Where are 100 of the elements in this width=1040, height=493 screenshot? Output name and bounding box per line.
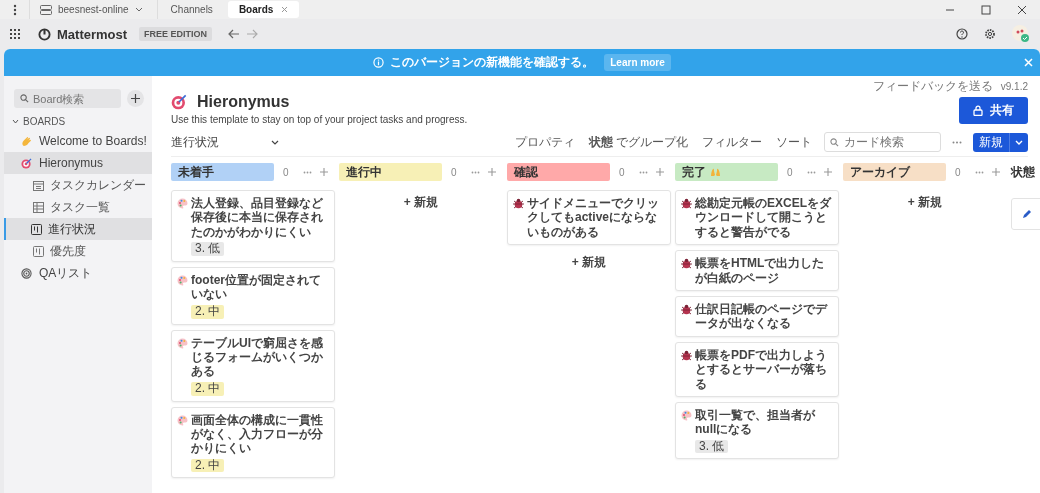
- palette-icon: [177, 337, 188, 349]
- card-title: 画面全体の構成に一貫性がなく、入力フローが分かりにくい: [191, 412, 324, 456]
- column-label[interactable]: 確認: [507, 163, 610, 181]
- board-title[interactable]: Hieronymus: [197, 93, 290, 111]
- card-title: テーブルUIで窮屈さを感じるフォームがいくつかある: [191, 335, 324, 379]
- card-count: 0: [451, 166, 457, 178]
- sort-button[interactable]: ソート: [770, 133, 818, 151]
- table-icon: [33, 201, 44, 213]
- pencil-icon: [1022, 209, 1032, 219]
- properties-button[interactable]: プロパティ: [508, 133, 581, 151]
- version-label: v9.1.2: [1000, 81, 1028, 92]
- chevron-down-icon: [1015, 139, 1023, 145]
- card-search-field[interactable]: カード検索: [824, 132, 941, 152]
- more-icon[interactable]: [470, 170, 480, 174]
- add-icon[interactable]: [319, 168, 328, 176]
- card-count: 0: [283, 166, 289, 178]
- add-icon[interactable]: [823, 168, 832, 176]
- card-count: 0: [955, 166, 961, 178]
- bug-icon: [513, 198, 524, 209]
- priority-tag: 2. 中: [191, 458, 225, 473]
- search-field[interactable]: Board検索: [14, 89, 121, 108]
- task-card[interactable]: 画面全体の構成に一貫性がなく、入力フローが分かりにくい 2. 中: [171, 406, 335, 479]
- task-card[interactable]: テーブルUIで窮屈さを感じるフォームがいくつかある 2. 中: [171, 329, 335, 402]
- palette-icon: [177, 414, 188, 426]
- task-card[interactable]: footer位置が固定されていない 2. 中: [171, 266, 335, 325]
- browser-tab[interactable]: Boards: [227, 1, 300, 18]
- priority-tag: 2. 中: [191, 304, 225, 319]
- feedback-link[interactable]: フィードバックを送る: [872, 78, 993, 95]
- group-by-button[interactable]: 状態 でグループ化: [582, 133, 694, 151]
- view-item[interactable]: 優先度: [4, 240, 152, 262]
- avatar-icon[interactable]: [1012, 25, 1030, 43]
- target-icon[interactable]: [171, 94, 187, 110]
- add-card-button[interactable]: + 新規: [571, 254, 607, 272]
- column-label[interactable]: 未着手: [171, 163, 274, 181]
- more-icon[interactable]: [974, 170, 984, 174]
- more-icon[interactable]: [302, 170, 312, 174]
- maximize-icon[interactable]: [981, 4, 991, 15]
- more-icon[interactable]: [952, 140, 962, 144]
- plus-icon: [131, 94, 140, 103]
- add-card-button[interactable]: + 新規: [907, 194, 943, 211]
- server-icon: [40, 4, 52, 15]
- bug-icon: [681, 303, 692, 315]
- product-name: Mattermost: [57, 26, 128, 42]
- card-title: footer位置が固定されていない: [191, 272, 322, 302]
- close-icon[interactable]: [1017, 4, 1027, 15]
- filter-button[interactable]: フィルター: [696, 133, 768, 151]
- column-label[interactable]: アーカイブ: [843, 163, 946, 181]
- view-item[interactable]: 進行状況: [4, 218, 152, 240]
- target-icon: [21, 157, 32, 169]
- calendar-icon: [33, 179, 44, 191]
- edition-badge: FREE EDITION: [139, 27, 213, 41]
- add-icon[interactable]: [655, 168, 664, 176]
- chevron-down-icon: [134, 6, 143, 13]
- chevron-down-icon: [271, 139, 279, 145]
- card-title: 帳票をPDFで出力しようとするとサーバーが落ちる: [695, 347, 828, 391]
- card-title: 仕訳日記帳のページでデータが出なくなる: [695, 301, 829, 331]
- add-board-button[interactable]: [127, 90, 144, 107]
- banner-message: このバージョンの新機能を確認する。: [390, 55, 595, 70]
- info-icon: [373, 57, 385, 68]
- bug-icon: [681, 258, 692, 270]
- bug-icon: [681, 349, 692, 361]
- priority-tag: 3. 低: [191, 242, 225, 256]
- task-card[interactable]: 仕訳日記帳のページでデータが出なくなる: [675, 295, 839, 337]
- add-icon[interactable]: [991, 168, 1000, 176]
- menu-icon[interactable]: [13, 3, 17, 16]
- more-icon[interactable]: [806, 170, 816, 174]
- hidden-card[interactable]: [1011, 198, 1040, 230]
- browser-tab[interactable]: Channels: [159, 1, 224, 18]
- hand-icon: [21, 135, 32, 147]
- task-card[interactable]: 取引一覧で、担当者がnullになる 3. 低: [675, 401, 839, 460]
- view-item[interactable]: タスクカレンダー: [4, 174, 152, 196]
- add-icon[interactable]: [487, 168, 496, 176]
- board-description[interactable]: Use this template to stay on top of your project tasks and progress.: [171, 114, 468, 125]
- card-count: 0: [619, 166, 625, 178]
- more-icon[interactable]: [638, 170, 648, 174]
- help-icon[interactable]: [956, 28, 968, 40]
- board-icon: [31, 223, 42, 235]
- card-title: 総勘定元帳のEXCELをダウンロードして開こうとすると警告がでる: [695, 196, 833, 240]
- task-card[interactable]: 総勘定元帳のEXCELをダウンロードして開こうとすると警告がでる: [675, 190, 839, 246]
- card-title: 取引一覧で、担当者がnullになる: [695, 407, 817, 437]
- settings-icon[interactable]: [984, 28, 996, 40]
- back-icon[interactable]: [228, 29, 241, 39]
- task-card[interactable]: 帳票をPDFで出力しようとするとサーバーが落ちる: [675, 341, 839, 397]
- card-title: サイドメニューでクリックしてもactiveにならないものがある: [527, 196, 660, 240]
- view-selector[interactable]: 進行状況: [171, 133, 279, 151]
- task-card[interactable]: サイドメニューでクリックしてもactiveにならないものがある: [507, 190, 671, 246]
- add-card-button[interactable]: + 新規: [403, 194, 439, 211]
- view-item[interactable]: タスク一覧: [4, 196, 152, 218]
- section-header[interactable]: BOARDS: [4, 108, 152, 130]
- forward-icon[interactable]: [246, 29, 259, 39]
- share-button[interactable]: 共有: [959, 97, 1028, 124]
- task-card[interactable]: 帳票をHTMLで出力したが白紙のページ: [675, 250, 839, 291]
- board-item[interactable]: QAリスト: [4, 262, 152, 284]
- column-label[interactable]: 完了: [675, 163, 778, 181]
- app-grid-icon[interactable]: [10, 29, 20, 39]
- column-label[interactable]: 進行中: [339, 163, 442, 181]
- task-card[interactable]: 法人登録、品目登録など保存後に本当に保存されたのかがわかりにくい 3. 低: [171, 190, 335, 262]
- palette-icon: [177, 198, 188, 209]
- board-item[interactable]: Hieronymus: [4, 152, 152, 174]
- board-item[interactable]: Welcome to Boards!: [4, 130, 152, 152]
